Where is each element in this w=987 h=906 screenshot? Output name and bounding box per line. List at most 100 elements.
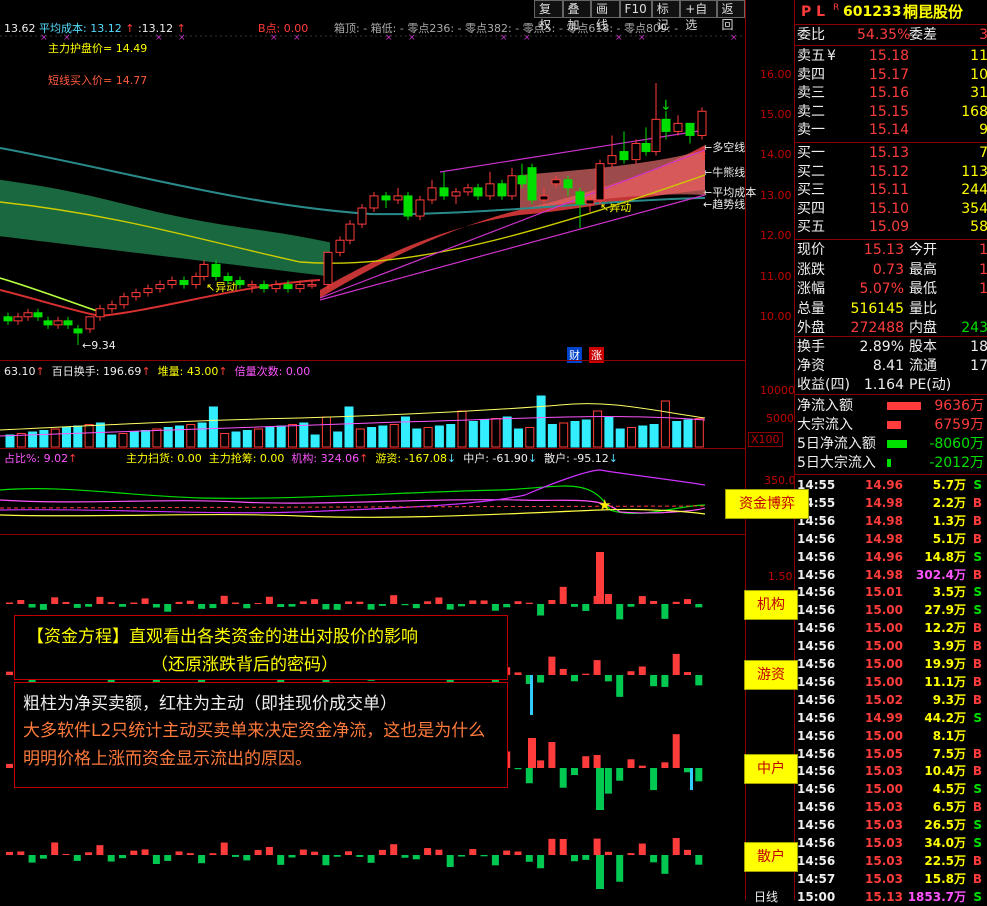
fund-bar	[480, 600, 488, 604]
fund-bar	[548, 656, 556, 675]
fund-bar	[141, 598, 149, 604]
flow-row: 5日净流入额 -8060万	[797, 436, 984, 452]
fund-bar	[322, 855, 330, 866]
bid-row[interactable]: 买二 15.12 113	[795, 163, 987, 181]
volume-bar	[389, 424, 399, 448]
bid-row[interactable]: 买五 15.09 58	[795, 218, 987, 236]
hot-money-button[interactable]: 游资	[744, 660, 798, 690]
fund-bar	[62, 601, 70, 604]
volume-bar	[310, 434, 320, 448]
fund-bar	[119, 604, 126, 607]
candle-body	[685, 122, 695, 136]
fund-bar	[424, 601, 432, 604]
fund-bar	[333, 855, 341, 857]
bid-row[interactable]: 买三 15.11 244	[795, 181, 987, 199]
daily-tab[interactable]: 日线	[754, 888, 778, 905]
fund-bar	[288, 604, 296, 607]
x-marker: ×	[178, 33, 186, 43]
volume-bar	[242, 430, 252, 448]
s-marker: S	[527, 167, 536, 181]
fund-bar	[17, 851, 25, 855]
retail-button[interactable]: 散户	[744, 842, 798, 872]
volume-bar	[434, 425, 444, 448]
volume-bar	[581, 419, 591, 448]
fund-bar	[638, 843, 646, 855]
ask-row[interactable]: 卖三 15.16 31	[795, 84, 987, 102]
mid-investor-button[interactable]: 中户	[744, 754, 798, 784]
fund-bar	[265, 846, 273, 855]
volume-bar	[107, 434, 117, 448]
fund-bar	[695, 768, 703, 782]
x-marker: ×	[615, 33, 623, 43]
tick-row: 14:56 15.00 3.9万 B	[797, 639, 982, 654]
candle-body	[131, 292, 141, 298]
fund-game-button[interactable]: 资金博弈	[725, 489, 809, 519]
vol-axis-unit: X100	[748, 432, 783, 447]
fund-bar	[661, 855, 669, 874]
volume-bar	[457, 410, 467, 448]
bid-row[interactable]: 买一 15.13 7	[795, 144, 987, 162]
volume-bar	[355, 428, 365, 448]
ask-row[interactable]: 卖二 15.15 168	[795, 103, 987, 121]
x-marker: ×	[638, 33, 646, 43]
stock-code[interactable]: 601233	[843, 3, 901, 21]
volume-bar	[638, 425, 648, 448]
price-axis-tick: 13.00	[760, 189, 792, 202]
bid-row[interactable]: 买四 15.10 354	[795, 200, 987, 218]
tick-row: 14:55 14.98 2.2万 B	[797, 495, 982, 510]
fund-bar	[299, 601, 307, 604]
institution-button[interactable]: 机构	[744, 590, 798, 620]
candle-body	[191, 276, 201, 286]
annotation-subtitle: （还原涨跌背后的密码）	[151, 655, 338, 675]
stat-row: 总量 516145 量比	[797, 300, 937, 317]
candle-body	[517, 175, 527, 185]
fund-bar	[39, 604, 47, 610]
fund-bar	[650, 768, 658, 791]
chart-area[interactable]: 13.62 平均成本: 13.12 ↑ :13.12 ↑ B点: 0.00 箱顶…	[0, 0, 809, 904]
volume-bar	[5, 434, 15, 448]
candle-body	[223, 276, 233, 282]
fund-bar	[288, 855, 296, 858]
volume-bar	[480, 419, 490, 448]
candle-body	[199, 263, 209, 278]
volume-bar	[288, 424, 297, 448]
candle-body	[271, 284, 281, 290]
volume-bar	[321, 416, 331, 448]
fund-bar	[186, 600, 194, 604]
tick-row: 14:56 14.98 1.3万 B	[797, 513, 982, 528]
fund-bar	[175, 851, 183, 855]
fund-bar	[378, 849, 386, 855]
candle-body	[369, 195, 379, 209]
fund-bar	[604, 675, 612, 682]
stat-row: 现价 15.13 今开 1	[797, 242, 987, 258]
volume-bar	[333, 431, 343, 448]
fund-bar	[616, 604, 624, 620]
fund-bar	[435, 597, 443, 604]
ask-row[interactable]: 卖一 15.14 9	[795, 121, 987, 139]
stock-title: P L R 601233 桐昆股份	[801, 3, 964, 21]
volume-bar	[604, 416, 614, 448]
divider	[0, 360, 745, 361]
x-marker: ×	[523, 33, 531, 43]
x-marker: ×	[408, 33, 416, 43]
fund-bar	[51, 597, 59, 604]
candle-body	[539, 195, 549, 201]
ask-row[interactable]: 卖五 ¥15.18 11	[795, 47, 987, 65]
candle-body	[167, 280, 177, 286]
divider	[0, 534, 745, 535]
fund-bar	[627, 671, 635, 675]
candle-body	[3, 316, 13, 322]
annotation-body-box: 粗柱为净买卖额，红柱为主动（即挂现价成交单） 大多软件L2只统计主动买卖单来决定…	[14, 682, 508, 788]
ask-row[interactable]: 卖四 15.17 10	[795, 66, 987, 84]
fund-bar	[152, 604, 160, 608]
flow-bar	[887, 440, 907, 448]
candle-body	[23, 312, 33, 318]
fund-bar	[265, 596, 273, 604]
volume-bar	[141, 430, 151, 448]
candle-body	[323, 251, 333, 286]
volume-bar	[276, 425, 286, 448]
fund-bar	[311, 851, 319, 855]
fund-bar	[390, 595, 398, 604]
stock-name[interactable]: 桐昆股份	[903, 3, 963, 21]
fund-bar	[661, 604, 669, 619]
